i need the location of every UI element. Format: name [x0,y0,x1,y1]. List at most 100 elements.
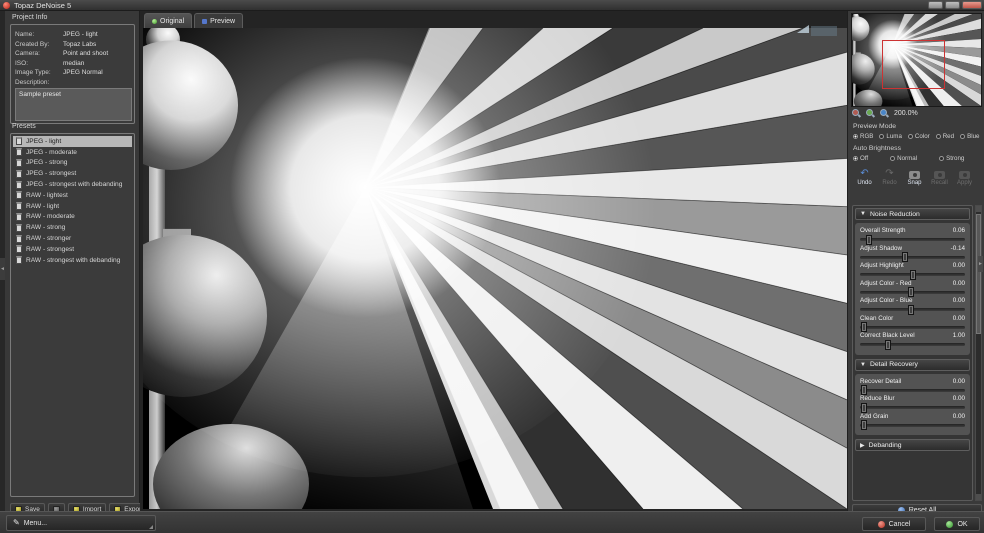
presets-box: JPEG - light JPEG - moderate JPEG - stro… [10,133,135,497]
slider-track[interactable] [860,406,965,409]
slider-add-grain: Add Grain0.00 [860,413,965,427]
slider-recover-detail: Recover Detail0.00 [860,378,965,392]
slider-track[interactable] [860,238,965,241]
radio-rgb[interactable]: RGB [853,133,873,140]
preview-mode-label: Preview Mode [853,123,896,130]
zoom-in-icon[interactable] [866,109,875,118]
app-icon [3,2,10,9]
radio-off[interactable]: Off [853,155,868,162]
menu-button[interactable]: ✎ Menu... [6,515,156,531]
description-field[interactable]: Sample preset [15,88,132,121]
project-info-title: Project Info [12,14,47,21]
cancel-icon [878,521,885,528]
cancel-button[interactable]: Cancel [862,517,926,531]
slider-track[interactable] [860,343,965,346]
preset-item[interactable]: RAW - strongest with debanding [13,255,132,266]
slider-track[interactable] [860,256,965,259]
preset-item[interactable]: RAW - stronger [13,233,132,244]
preset-item[interactable]: RAW - strong [13,222,132,233]
radio-luma[interactable]: Luma [879,133,901,140]
maximize-button[interactable] [945,1,960,9]
slider-thumb[interactable] [861,403,867,413]
radio-color[interactable]: Color [908,133,930,140]
preset-item[interactable]: JPEG - strongest [13,168,132,179]
camera-icon [959,171,970,179]
slider-thumb[interactable] [908,305,914,315]
tab-preview[interactable]: Preview [194,13,243,28]
field-value: Point and shoot [63,50,108,57]
description-label: Description: [15,79,132,86]
preset-file-icon [16,213,22,221]
preset-file-icon [16,235,22,243]
scroll-down-arrow[interactable] [976,494,981,500]
slider-thumb[interactable] [866,235,872,245]
preset-item[interactable]: RAW - lightest [13,190,132,201]
radio-normal[interactable]: Normal [890,155,917,162]
zoom-out-icon[interactable] [852,109,861,118]
tab-original[interactable]: Original [144,13,192,28]
slider-track[interactable] [860,291,965,294]
preset-file-icon [16,191,22,199]
section-detail-recovery[interactable]: ▼ Detail Recovery [855,359,970,371]
collapse-arrow-icon: ▼ [860,362,866,368]
preset-item[interactable]: RAW - moderate [13,212,132,223]
slider-thumb[interactable] [885,340,891,350]
preset-file-icon [16,148,22,156]
slider-track[interactable] [860,424,965,427]
auto-brightness-label: Auto Brightness [853,145,901,152]
detail-recovery-sliders: Recover Detail0.00 Reduce Blur0.00 Add G… [855,374,970,436]
slider-adjust-highlight: Adjust Highlight0.00 [860,262,965,276]
radio-red[interactable]: Red [936,133,954,140]
app-window: Topaz DeNoise 5 ◄ Project Info Name:JPEG… [0,0,984,533]
section-debanding[interactable]: ▶ Debanding [855,439,970,451]
zoom-level: 200.0% [894,110,918,117]
window-title: Topaz DeNoise 5 [14,1,71,10]
radio-strong[interactable]: Strong [939,155,964,162]
settings-scrollbar[interactable] [975,205,982,501]
scroll-up-arrow[interactable] [976,206,981,212]
project-info-box: Name:JPEG - light Created By:Topaz Labs … [10,24,135,124]
undo-button[interactable]: ↶Undo [852,169,877,186]
ok-button[interactable]: OK [934,517,980,531]
preset-item[interactable]: JPEG - strong [13,158,132,169]
slider-track[interactable] [860,273,965,276]
preset-item[interactable]: RAW - light [13,201,132,212]
minimize-button[interactable] [928,1,943,9]
apply-button[interactable]: Apply [952,169,977,186]
preset-file-icon [16,202,22,210]
slider-track[interactable] [860,326,965,329]
slider-track[interactable] [860,389,965,392]
recall-button[interactable]: Recall [927,169,952,186]
redo-button[interactable]: ↷Redo [877,169,902,186]
slider-thumb[interactable] [861,420,867,430]
field-label: Camera: [15,50,63,57]
slider-thumb[interactable] [861,385,867,395]
preset-item[interactable]: RAW - strongest [13,244,132,255]
scrollbar-thumb[interactable] [976,214,981,334]
history-toolbar: ↶Undo ↷Redo Snap Recall Apply [852,169,981,186]
navigator-thumbnail[interactable] [852,14,981,106]
close-button[interactable] [962,1,982,9]
redo-icon: ↷ [885,169,893,179]
section-noise-reduction[interactable]: ▼ Noise Reduction [855,208,970,220]
preset-file-icon [16,181,22,189]
preview-mode-group: RGB Luma Color Red Blue [853,133,979,140]
slider-thumb[interactable] [861,322,867,332]
slider-thumb[interactable] [902,252,908,262]
auto-brightness-group: Off Normal Strong [853,155,964,162]
radio-blue[interactable]: Blue [960,133,979,140]
slider-thumb[interactable] [908,287,914,297]
preset-item[interactable]: JPEG - strongest with debanding [13,179,132,190]
slider-thumb[interactable] [910,270,916,280]
preview-dot-icon [202,19,207,24]
slider-track[interactable] [860,308,965,311]
navigator-view-rect[interactable] [882,40,945,89]
image-canvas[interactable] [143,28,847,509]
preset-item[interactable]: JPEG - light [13,136,132,147]
presets-title: Presets [12,123,36,130]
original-dot-icon [152,19,157,24]
zoom-fit-icon[interactable] [880,109,889,118]
snap-button[interactable]: Snap [902,169,927,186]
collapse-right-panel-handle[interactable]: ► [978,256,983,272]
preset-item[interactable]: JPEG - moderate [13,147,132,158]
